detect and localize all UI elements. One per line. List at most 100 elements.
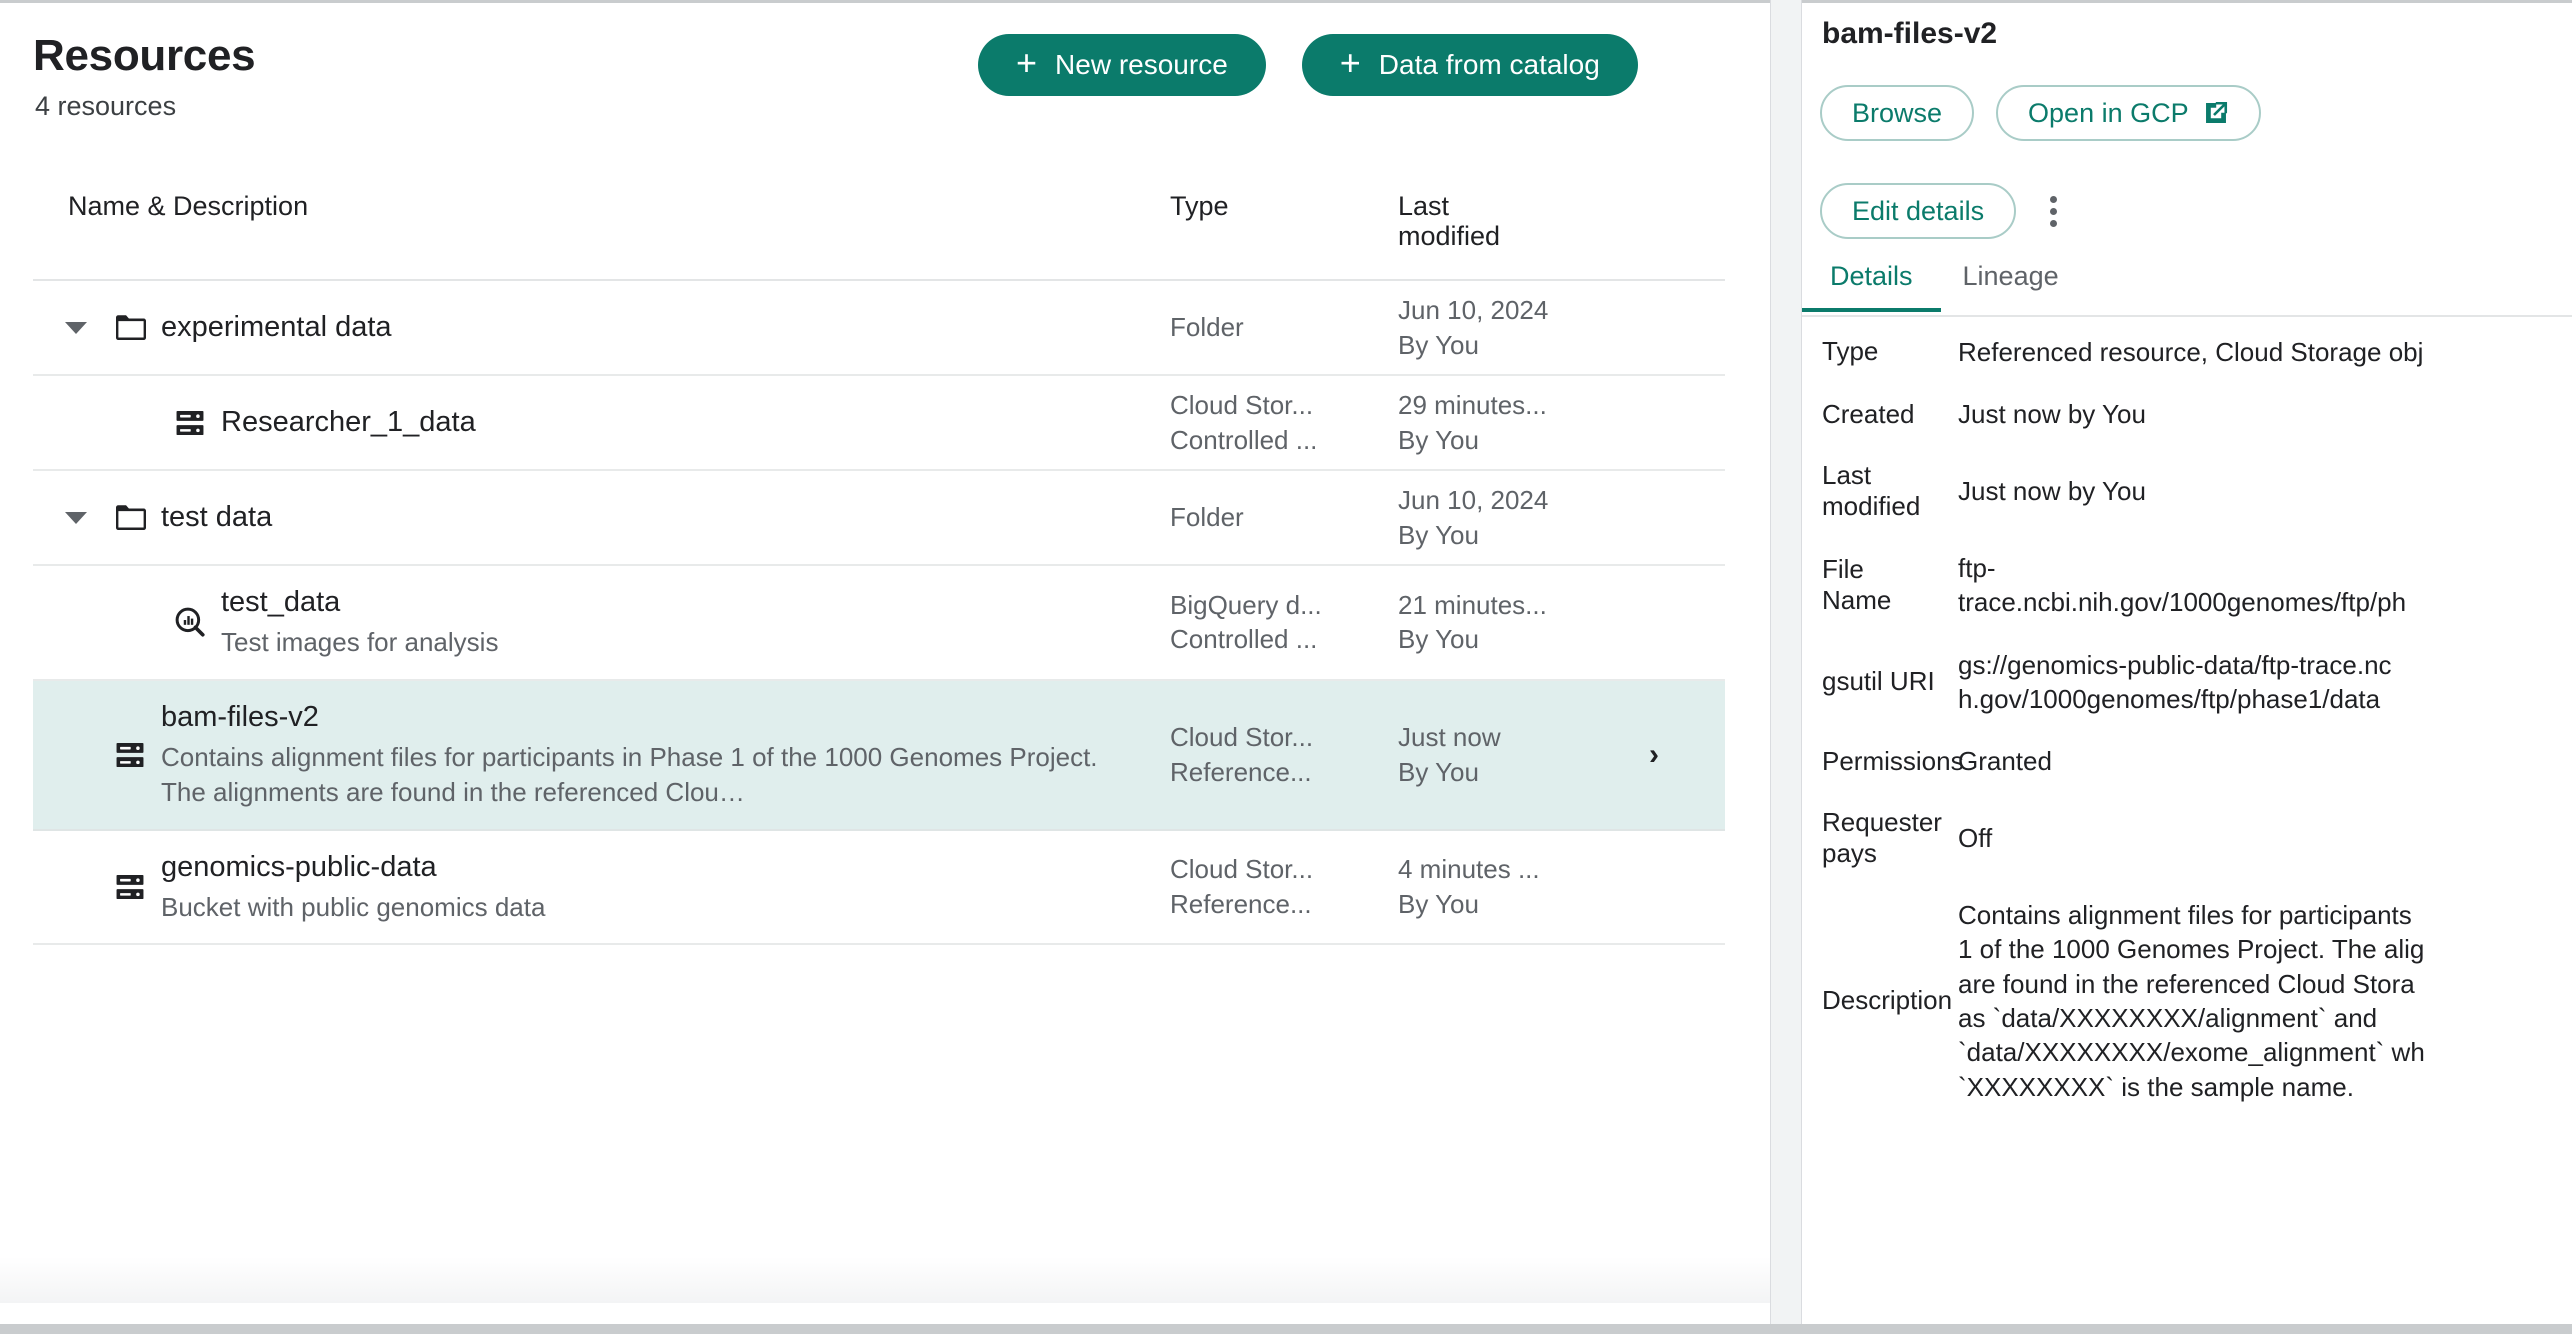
table-row[interactable]: genomics-public-data Bucket with public g… — [33, 831, 1725, 946]
row-type-line1: BigQuery d... — [1170, 589, 1322, 620]
plus-icon: + — [1016, 42, 1038, 83]
row-type-line1: Folder — [1170, 312, 1244, 343]
bigquery-dataset-icon — [173, 605, 207, 639]
row-description: Contains alignment files for participant… — [161, 741, 1098, 808]
row-name-block: test_data Test images for analysis — [221, 584, 498, 661]
page-header: Resources 4 resources + New resource + D… — [0, 3, 1770, 163]
row-modified-line2: By You — [1398, 519, 1479, 550]
tab-details[interactable]: Details — [1802, 253, 1941, 312]
row-type-cell: Folder — [1170, 471, 1398, 564]
chevron-down-icon[interactable] — [65, 321, 87, 334]
row-name-block: genomics-public-data Bucket with public g… — [161, 849, 545, 926]
detail-field-key: Last modified — [1822, 459, 1921, 522]
row-name: experimental data — [161, 311, 392, 344]
row-open-cell — [1618, 281, 1690, 374]
row-modified-line2: By You — [1398, 424, 1479, 455]
row-modified-line2: By You — [1398, 329, 1479, 360]
last-modified-line1: Last — [1398, 191, 1450, 221]
column-header-spacer — [1618, 169, 1690, 191]
detail-field-key: Requester pays — [1822, 806, 1942, 869]
window-bottom-strip — [0, 1324, 2572, 1334]
tab-lineage[interactable]: Lineage — [1963, 253, 2059, 308]
detail-field-value: Referenced resource, Cloud Storage obj — [1958, 337, 2424, 367]
table-row[interactable]: experimental data Folder Jun 10, 2024 By Yo… — [33, 281, 1725, 376]
row-description: Test images for analysis — [221, 627, 499, 658]
row-modified-cell: 4 minutes ... By You — [1398, 831, 1618, 944]
detail-tabs: Details Lineage — [1802, 253, 2572, 317]
row-name-block: Researcher_1_data — [221, 404, 476, 440]
detail-primary-actions: Browse Open in GCP — [1820, 85, 2261, 141]
detail-field-key: gsutil URI — [1822, 666, 1935, 697]
more-options-icon[interactable] — [2030, 183, 2076, 239]
row-modified-line1: Jun 10, 2024 — [1398, 484, 1549, 515]
row-name: test data — [161, 501, 273, 534]
list-bottom-fade — [0, 1257, 1770, 1303]
row-name-cell: test_data Test images for analysis — [33, 566, 1170, 679]
row-open-cell[interactable]: › — [1618, 681, 1690, 829]
table-row[interactable]: test_data Test images for analysis BigQuer… — [33, 566, 1725, 681]
cloud-storage-object-icon — [113, 738, 147, 772]
row-modified-cell: Jun 10, 2024 By You — [1398, 471, 1618, 564]
row-open-cell — [1618, 566, 1690, 679]
detail-field-value: gs://genomics-public-data/ftp-trace.nc h… — [1958, 649, 2392, 714]
table-body: experimental data Folder Jun 10, 2024 By Yo… — [33, 281, 1725, 946]
row-type-cell: Folder — [1170, 281, 1398, 374]
detail-secondary-actions: Edit details — [1820, 183, 2076, 239]
browse-button[interactable]: Browse — [1820, 85, 1975, 141]
data-from-catalog-label: Data from catalog — [1378, 49, 1600, 80]
detail-field-value: ftp- trace.ncbi.nih.gov/1000genomes/ftp/… — [1958, 553, 2407, 618]
row-modified-line2: By You — [1398, 756, 1479, 787]
row-name: test_data — [221, 586, 341, 618]
kebab-dot — [2049, 195, 2057, 203]
table-row[interactable]: bam-files-v2 Contains alignment files for… — [33, 680, 1725, 831]
detail-field-key: Type — [1822, 336, 1879, 367]
row-modified-line1: Just now — [1398, 722, 1501, 753]
edit-details-button[interactable]: Edit details — [1820, 183, 2017, 239]
row-name-block: experimental data — [161, 309, 392, 345]
detail-field-row: gsutil URI gs://genomics-public-data/ftp-… — [1802, 634, 2572, 731]
cloud-storage-object-icon — [113, 870, 147, 904]
page-title: Resources — [33, 31, 256, 80]
column-header-type[interactable]: Type — [1170, 169, 1398, 222]
detail-field-value: Contains alignment files for participant… — [1958, 900, 2425, 1102]
table-row[interactable]: Researcher_1_data Cloud Stor... Controlled… — [33, 376, 1725, 471]
row-type-cell: Cloud Stor... Reference... — [1170, 681, 1398, 829]
detail-field-row: Requester pays Off — [1802, 793, 2572, 884]
table-row[interactable]: test data Folder Jun 10, 2024 By You — [33, 471, 1725, 566]
open-in-gcp-button[interactable]: Open in GCP — [1996, 85, 2261, 141]
detail-field-value: Just now by You — [1958, 476, 2146, 507]
row-modified-cell: 21 minutes... By You — [1398, 566, 1618, 679]
detail-field-row: Last modified Just now by You — [1802, 446, 2572, 537]
detail-field-value: Off — [1958, 823, 1993, 854]
column-header-name[interactable]: Name & Description — [33, 169, 1170, 222]
detail-field-key: Created — [1822, 398, 1915, 429]
row-modified-line1: 29 minutes... — [1398, 389, 1547, 420]
edit-details-label: Edit details — [1852, 195, 1985, 226]
chevron-down-icon[interactable] — [65, 511, 87, 524]
detail-field-value: Granted — [1958, 746, 2052, 777]
detail-field-row: Type Referenced resource, Cloud Storage o… — [1802, 321, 2572, 383]
row-modified-line2: By You — [1398, 624, 1479, 655]
data-from-catalog-button[interactable]: + Data from catalog — [1301, 34, 1638, 96]
detail-field-key: File Name — [1822, 553, 1892, 616]
detail-field-key: Permissions — [1822, 745, 1964, 776]
row-name-cell: Researcher_1_data — [33, 376, 1170, 469]
chevron-right-icon[interactable]: › — [1649, 738, 1659, 772]
row-modified-cell: Jun 10, 2024 By You — [1398, 281, 1618, 374]
resource-count: 4 resources — [35, 91, 177, 121]
resources-table: Name & Description Type Last modified ex… — [33, 169, 1725, 946]
header-actions: + New resource + Data from catalog — [978, 34, 1638, 96]
pane-divider[interactable] — [1770, 0, 1802, 1334]
detail-field-row: Permissions Granted — [1802, 730, 2572, 792]
row-open-cell — [1618, 376, 1690, 469]
row-type-line2: Reference... — [1170, 756, 1312, 787]
column-header-last-modified[interactable]: Last modified — [1398, 169, 1618, 251]
table-header-row: Name & Description Type Last modified — [33, 169, 1725, 281]
detail-title: bam-files-v2 — [1822, 17, 1998, 50]
detail-field-row: Created Just now by You — [1802, 383, 2572, 445]
row-description: Bucket with public genomics data — [161, 891, 546, 922]
row-modified-line1: 4 minutes ... — [1398, 854, 1540, 885]
row-name: genomics-public-data — [161, 850, 437, 883]
new-resource-button[interactable]: + New resource — [978, 34, 1266, 96]
row-name: bam-files-v2 — [161, 700, 319, 733]
